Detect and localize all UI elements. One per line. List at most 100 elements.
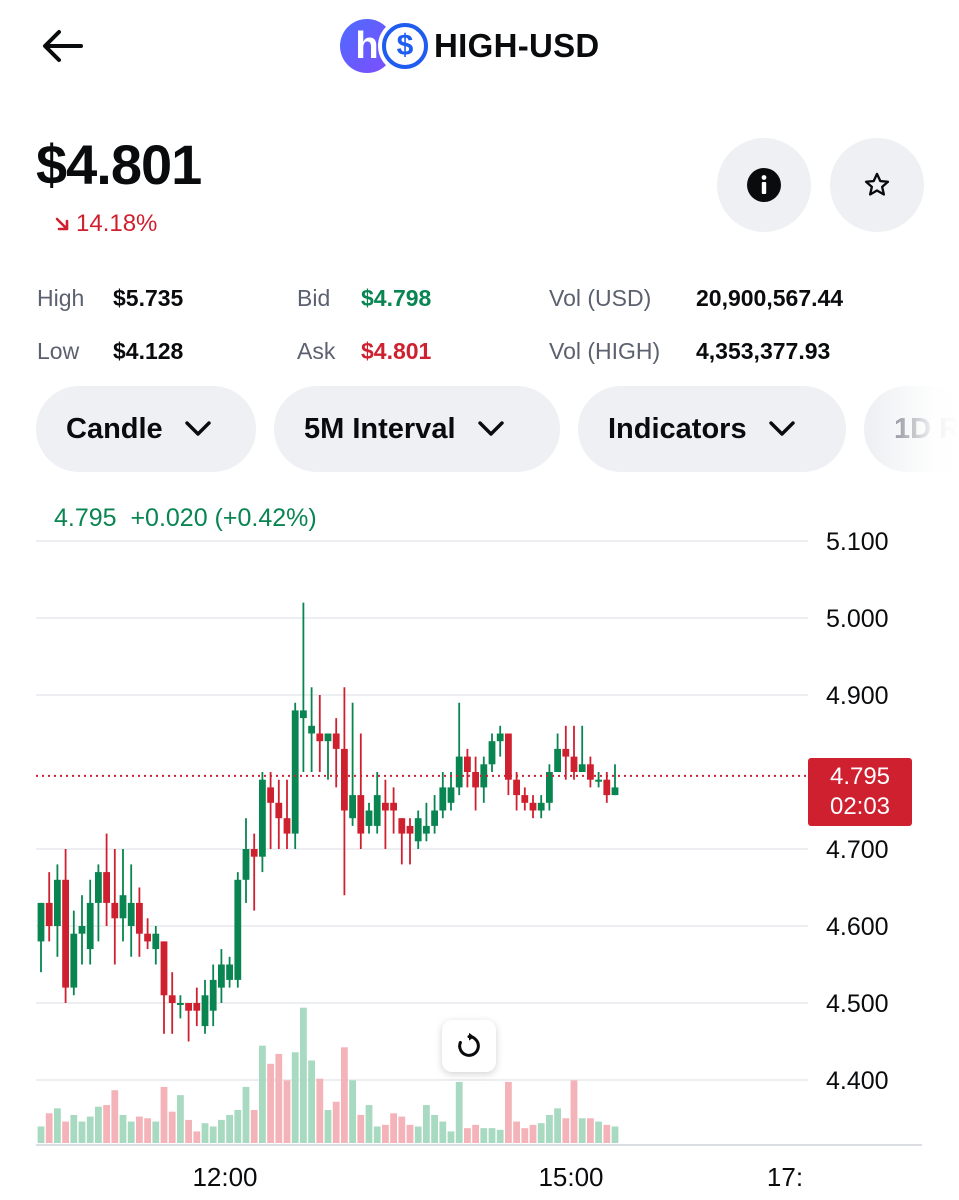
volume-bar <box>259 1045 266 1143</box>
candle-body <box>275 802 283 819</box>
volume-bar <box>193 1131 201 1143</box>
candle-body <box>570 756 578 772</box>
y-tick-label: 5.100 <box>826 528 889 556</box>
interval-dropdown[interactable]: 5M Interval <box>274 386 560 472</box>
volume-bar <box>218 1119 225 1143</box>
volume-bar <box>414 1126 422 1143</box>
volume-bar <box>234 1110 242 1143</box>
x-tick-label: 15:00 <box>538 1162 603 1192</box>
indicators-label: Indicators <box>608 412 747 445</box>
pair-title-group: h $ HIGH-USD <box>338 18 600 74</box>
volume-bar <box>242 1086 250 1143</box>
y-tick-label: 4.500 <box>826 990 889 1018</box>
candle-body <box>464 756 471 772</box>
candle-body <box>86 902 94 950</box>
candle-body <box>365 810 373 826</box>
candle-body <box>168 995 176 1003</box>
interval-label: 5M Interval <box>304 412 456 445</box>
volume-bar <box>382 1124 389 1143</box>
current-price: $4.801 <box>36 133 202 196</box>
chart-type-dropdown[interactable]: Candle <box>36 386 256 472</box>
candle-body <box>127 902 135 926</box>
candle-body <box>357 795 365 834</box>
candle-body <box>390 802 397 811</box>
back-button[interactable] <box>38 24 86 68</box>
volume-bar <box>168 1111 176 1143</box>
volume-bar <box>472 1124 479 1143</box>
usd-symbol: $ <box>396 29 414 62</box>
candle-body <box>496 733 504 742</box>
stat-ask-value: $4.801 <box>361 338 432 364</box>
candle-body <box>332 733 340 749</box>
candle-body <box>406 825 414 834</box>
candle-body <box>185 1003 192 1011</box>
reset-chart-button[interactable] <box>442 1020 496 1072</box>
candle-body <box>201 995 209 1027</box>
volume-bar <box>513 1121 520 1143</box>
stat-vol-high: Vol (HIGH) 4,353,377.93 <box>549 338 830 365</box>
price-chart[interactable]: 5.100 5.000 4.900 4.700 4.600 4.500 4.400 12:00… <box>0 520 959 1200</box>
candle-body <box>578 764 586 772</box>
volume-bar <box>152 1121 160 1143</box>
chevron-down-icon <box>477 421 504 436</box>
candle-body <box>144 933 151 942</box>
x-tick-label: 12:00 <box>192 1162 257 1192</box>
candle-body <box>373 795 381 826</box>
candle-body <box>537 802 545 811</box>
stat-bid-label: Bid <box>297 285 331 311</box>
stat-bid-value: $4.798 <box>361 285 432 311</box>
volume-bar <box>332 1101 340 1143</box>
candle-body <box>45 902 53 926</box>
candle-body <box>382 802 389 811</box>
candle-body <box>488 741 496 765</box>
stat-high: High $5.735 <box>37 285 183 312</box>
volume-bar <box>250 1110 258 1143</box>
volume-bar <box>488 1128 496 1143</box>
candle-body <box>283 818 291 834</box>
volume-bar <box>587 1118 594 1143</box>
stat-vol-usd-value: 20,900,567.44 <box>696 285 844 311</box>
volume-bar <box>455 1081 463 1143</box>
volume-bar <box>103 1105 110 1143</box>
volume-bar <box>283 1080 291 1143</box>
candle-body <box>423 825 430 834</box>
volume-bar <box>267 1063 274 1143</box>
y-tick-label: 4.700 <box>826 836 889 864</box>
candle-body <box>316 733 324 742</box>
candle-body <box>78 926 86 934</box>
volume-bar <box>578 1118 586 1143</box>
candle-body <box>349 795 356 819</box>
logo-letter: h <box>355 25 379 67</box>
candle-body <box>209 979 217 1011</box>
candle-body <box>160 941 168 996</box>
volume-bar <box>464 1128 471 1143</box>
stat-vol-high-value: 4,353,377.93 <box>696 338 831 364</box>
volume-bar <box>398 1116 406 1143</box>
volume-bar <box>308 1060 315 1143</box>
volume-bar <box>127 1121 135 1143</box>
volume-bar <box>406 1124 414 1143</box>
candle-body <box>259 779 266 857</box>
candle-body <box>250 849 258 857</box>
candle-body <box>70 933 78 988</box>
favorite-button[interactable] <box>830 138 924 232</box>
candle-body <box>62 879 69 988</box>
usd-token-logo: $ <box>378 19 432 73</box>
candle-body <box>119 895 127 919</box>
range-chip[interactable]: 1D R <box>864 386 959 472</box>
volume-bar <box>62 1121 69 1143</box>
candle-body <box>398 818 406 834</box>
volume-bar <box>341 1047 348 1143</box>
candle-body <box>595 779 602 782</box>
volume-bar <box>431 1114 438 1143</box>
candle-body <box>611 787 619 796</box>
volume-bar <box>177 1095 184 1143</box>
indicators-dropdown[interactable]: Indicators <box>578 386 846 472</box>
volume-bar <box>300 1007 307 1143</box>
volume-bar <box>357 1114 365 1143</box>
info-button[interactable] <box>717 138 811 232</box>
volume-bar <box>480 1128 488 1143</box>
volume-bar <box>390 1113 397 1143</box>
candle-body <box>562 748 570 757</box>
candle-body <box>136 902 143 934</box>
